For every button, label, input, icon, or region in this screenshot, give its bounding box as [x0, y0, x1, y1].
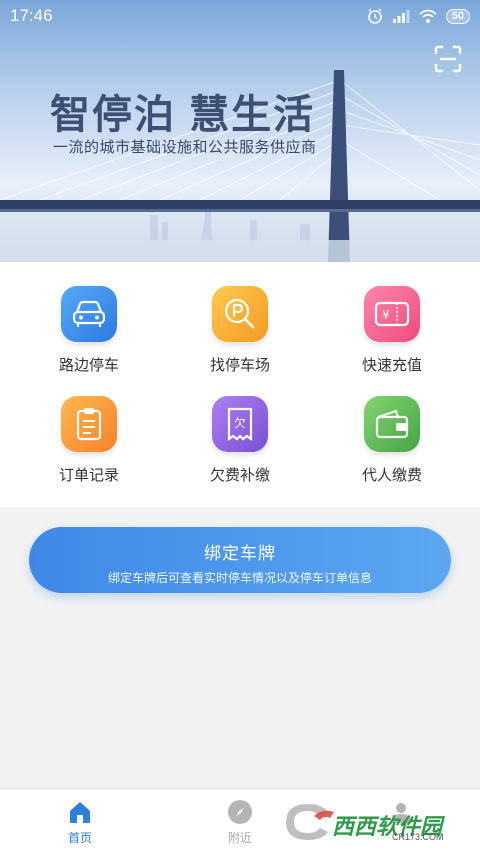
hero-subtitle: 一流的城市基础设施和公共服务供应商 [53, 139, 317, 156]
clipboard-icon [61, 396, 117, 452]
status-bar: 17:46 50 [0, 0, 480, 32]
compass-icon [228, 800, 252, 824]
wifi-icon [419, 9, 437, 23]
watermark-subtext: CR173.COM [392, 832, 444, 842]
bill-icon: 欠 [212, 396, 268, 452]
service-order-records[interactable]: 订单记录 [29, 396, 149, 496]
service-label: 找停车场 [209, 357, 270, 374]
wallet-icon [364, 396, 420, 452]
tab-label: 附近 [227, 831, 252, 845]
recharge-card-icon: ¥ [364, 286, 420, 342]
tab-label: 首页 [67, 831, 92, 845]
home-icon [70, 802, 90, 823]
bind-license-plate-button[interactable]: 绑定车牌 绑定车牌后可查看实时停车情况以及停车订单信息 [29, 527, 451, 593]
svg-text:¥: ¥ [382, 308, 390, 322]
service-label: 快速充值 [361, 357, 422, 374]
signal-icon [392, 10, 410, 23]
service-pay-for-others[interactable]: 代人缴费 [332, 396, 452, 496]
bind-button-title: 绑定车牌 [204, 544, 276, 563]
car-icon [61, 286, 117, 342]
tab-home[interactable]: 首页 [20, 789, 140, 853]
service-arrears-payment[interactable]: 欠 欠费补缴 [180, 396, 300, 496]
service-quick-recharge[interactable]: ¥ 快速充值 [332, 286, 452, 386]
service-label: 欠费补缴 [209, 467, 270, 484]
service-find-parking-lot[interactable]: 找停车场 [180, 286, 300, 386]
service-roadside-parking[interactable]: 路边停车 [29, 286, 149, 386]
scan-icon[interactable] [434, 45, 462, 73]
bind-button-description: 绑定车牌后可查看实时停车情况以及停车订单信息 [107, 571, 372, 585]
services-grid: 路边停车 找停车场 ¥ 快速充值 订单记录 欠 欠费补缴 代人缴费 [0, 262, 480, 507]
parking-search-icon [212, 286, 268, 342]
status-time: 17:46 [10, 6, 53, 25]
hero-banner: 17:46 50 智停泊 慧生活 一流的城市基础设施和公共服务供应商 [0, 0, 480, 262]
alarm-icon [367, 8, 382, 24]
service-label: 订单记录 [58, 467, 119, 484]
battery-indicator: 50 [445, 8, 470, 24]
service-label: 路边停车 [58, 357, 119, 374]
hero-title: 智停泊 慧生活 [50, 93, 316, 137]
tab-nearby[interactable]: 附近 [180, 789, 300, 853]
svg-text:欠: 欠 [234, 415, 246, 430]
service-label: 代人缴费 [361, 467, 422, 484]
